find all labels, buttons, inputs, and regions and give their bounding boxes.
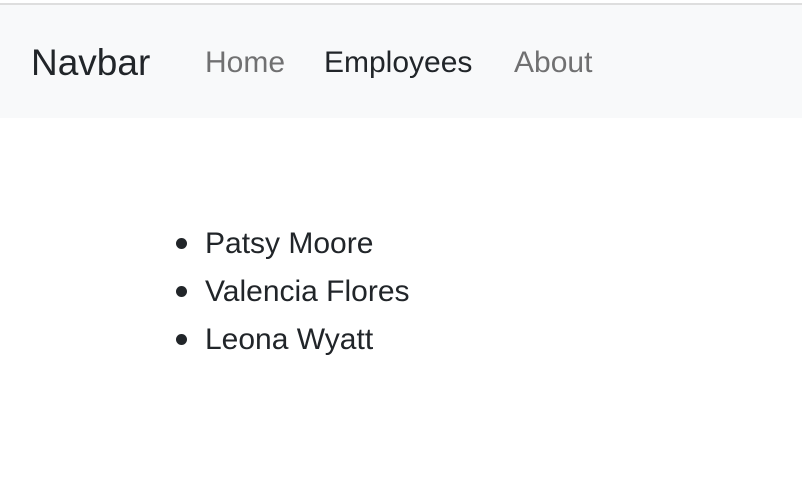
navbar: Navbar Home Employees About: [0, 5, 802, 118]
list-item: Valencia Flores: [172, 268, 410, 316]
employee-list: Patsy Moore Valencia Flores Leona Wyatt: [172, 220, 410, 364]
bullet-icon: [176, 334, 187, 345]
list-item: Leona Wyatt: [172, 316, 410, 364]
navbar-brand[interactable]: Navbar: [31, 39, 150, 87]
nav-link-about[interactable]: About: [514, 43, 592, 83]
employee-name: Valencia Flores: [205, 275, 410, 308]
employee-name: Leona Wyatt: [205, 323, 374, 356]
employee-name: Patsy Moore: [205, 227, 374, 260]
nav-link-employees[interactable]: Employees: [324, 43, 472, 83]
list-item: Patsy Moore: [172, 220, 410, 268]
nav-link-home[interactable]: Home: [205, 43, 285, 83]
bullet-icon: [176, 286, 187, 297]
bullet-icon: [176, 238, 187, 249]
